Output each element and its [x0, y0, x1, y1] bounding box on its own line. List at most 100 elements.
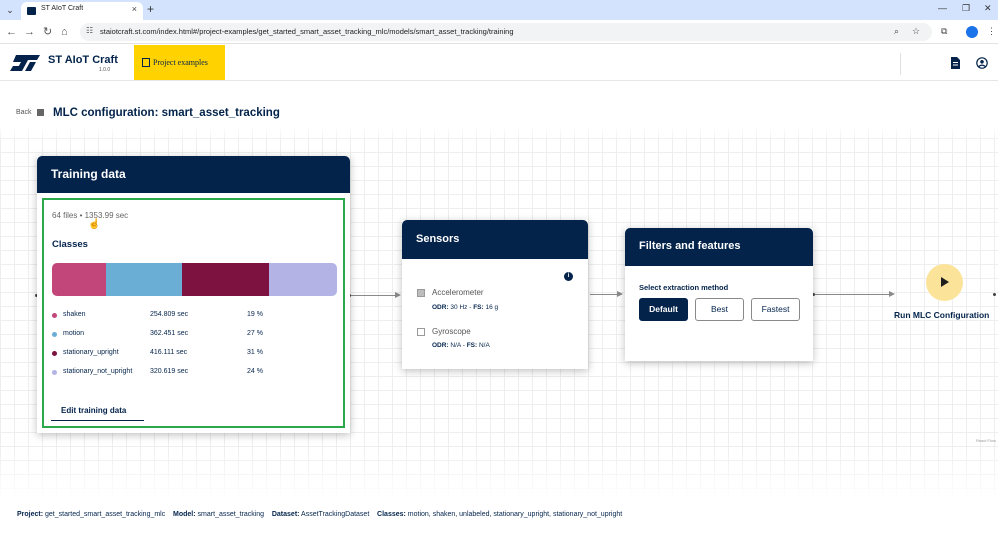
profile-avatar-icon[interactable] [966, 26, 978, 38]
sensors-card[interactable]: Sensors i Accelerometer ODR: 30 Hz - FS:… [402, 220, 588, 369]
class-duration: 416.111 sec [150, 349, 188, 356]
react-flow-attribution[interactable]: React Flow [976, 438, 996, 443]
class-color-dot [52, 313, 57, 318]
class-color-dot [52, 332, 57, 337]
method-fastest-button[interactable]: Fastest [751, 298, 800, 321]
tab-list-dropdown-icon[interactable]: ⌄ [4, 4, 16, 16]
back-link[interactable]: Back [16, 109, 32, 116]
accelerometer-checkbox[interactable] [417, 289, 425, 297]
edit-training-data-link[interactable]: Edit training data [61, 406, 126, 415]
new-tab-icon[interactable]: + [147, 2, 154, 16]
account-icon[interactable] [976, 57, 988, 69]
app-header: ST AIoT Craft 1.0.0 Project examples [0, 45, 998, 81]
edge-arrow-icon [617, 291, 623, 297]
extensions-icon[interactable]: ⧉ [941, 26, 947, 37]
class-row: motion 362.451 sec 27 % [52, 329, 282, 341]
class-row: stationary_upright 416.111 sec 31 % [52, 348, 282, 360]
reload-icon[interactable]: ↻ [43, 25, 52, 39]
zoom-icon[interactable]: ⌕ [894, 26, 899, 37]
extraction-method-label: Select extraction method [639, 283, 729, 292]
browser-toolbar: ← → ↻ ⌂ ☷ staiotcraft.st.com/index.html#… [0, 20, 998, 44]
class-row: stationary_not_upright 320.619 sec 24 % [52, 367, 282, 379]
class-name: shaken [63, 311, 86, 318]
browser-tab[interactable]: ST AIoT Craft × [21, 2, 143, 20]
accelerometer-label: Accelerometer [432, 288, 484, 297]
training-data-title: Training data [37, 156, 350, 193]
sensors-title: Sensors [402, 220, 588, 259]
training-data-card[interactable]: Training data 64 files • 1353.99 sec ☝ C… [37, 156, 350, 433]
class-percent: 31 % [247, 349, 263, 356]
gyroscope-label: Gyroscope [432, 327, 471, 336]
filters-title: Filters and features [625, 228, 813, 266]
gyroscope-spec: ODR: N/A - FS: N/A [432, 342, 490, 349]
distribution-segment-shaken [52, 263, 106, 296]
project-info-bar: Project: get_started_smart_asset_trackin… [17, 511, 623, 518]
class-row: shaken 254.809 sec 19 % [52, 310, 282, 322]
class-name: stationary_not_upright [63, 368, 133, 375]
class-duration: 320.619 sec [150, 368, 189, 375]
minimize-icon[interactable]: — [938, 3, 947, 13]
address-bar[interactable]: ☷ staiotcraft.st.com/index.html#/project… [80, 23, 932, 41]
edit-link-underline [51, 420, 144, 421]
class-percent: 19 % [247, 311, 263, 318]
run-mlc-label[interactable]: Run MLC Configuration [894, 310, 989, 320]
dataset-name: AssetTrackingDataset [301, 511, 370, 518]
gyroscope-checkbox[interactable] [417, 328, 425, 336]
method-best-button[interactable]: Best [695, 298, 744, 321]
class-percent: 27 % [247, 330, 263, 337]
window-close-icon[interactable]: ✕ [984, 3, 992, 14]
run-mlc-button[interactable] [926, 264, 963, 301]
back-icon[interactable] [37, 109, 44, 116]
page-title: MLC configuration: smart_asset_tracking [53, 107, 280, 119]
tab-close-icon[interactable]: × [132, 4, 137, 14]
bottom-fade [0, 445, 998, 543]
app-version: 1.0.0 [99, 67, 111, 73]
document-icon[interactable] [949, 57, 961, 69]
class-name: motion [63, 330, 85, 337]
edge-filters-run [815, 294, 889, 295]
browser-tabbar: ⌄ ST AIoT Craft × + — ❐ ✕ [0, 0, 998, 20]
project-examples-label: Project examples [153, 58, 208, 67]
site-info-icon[interactable]: ☷ [86, 26, 93, 35]
filters-features-card[interactable]: Filters and features Select extraction m… [625, 228, 813, 361]
tab-title: ST AIoT Craft [41, 5, 84, 12]
favicon-icon [27, 7, 36, 15]
class-color-dot [52, 351, 57, 356]
method-default-button[interactable]: Default [639, 298, 688, 321]
run-output-handle [993, 293, 996, 296]
class-duration: 254.809 sec [150, 311, 189, 318]
project-name: get_started_smart_asset_tracking_mlc [45, 511, 166, 518]
project-examples-button[interactable]: Project examples [134, 45, 225, 80]
model-name: smart_asset_tracking [197, 511, 265, 518]
accelerometer-spec: ODR: 30 Hz - FS: 16 g [432, 304, 499, 311]
classes-heading: Classes [52, 239, 88, 250]
distribution-segment-motion [105, 263, 182, 296]
st-logo-icon [10, 55, 40, 71]
edge-sensors-filters [590, 294, 618, 295]
bookmark-star-icon[interactable]: ☆ [912, 26, 920, 37]
class-distribution-bar [52, 263, 337, 296]
back-arrow-icon[interactable]: ← [6, 25, 17, 39]
edge-arrow-icon [395, 292, 401, 298]
forward-arrow-icon[interactable]: → [24, 25, 35, 39]
edge-training-sensors [351, 295, 395, 296]
distribution-segment-stationary-not-upright [269, 263, 337, 296]
class-color-dot [52, 370, 57, 375]
class-percent: 24 % [247, 368, 263, 375]
info-icon[interactable]: i [564, 272, 573, 281]
hand-cursor-icon: ☝ [88, 219, 101, 230]
training-data-panel: 64 files • 1353.99 sec ☝ Classes shaken 2… [42, 198, 345, 428]
app-name: ST AIoT Craft [48, 54, 118, 66]
edge-arrow-icon [889, 291, 895, 297]
project-classes: motion, shaken, unlabeled, stationary_up… [407, 511, 623, 518]
class-name: stationary_upright [63, 349, 119, 356]
play-icon [941, 277, 949, 287]
home-icon[interactable]: ⌂ [61, 25, 68, 39]
project-examples-icon [142, 58, 150, 67]
restore-icon[interactable]: ❐ [962, 3, 970, 14]
url-text: staiotcraft.st.com/index.html#/project-e… [100, 27, 514, 36]
header-divider [900, 53, 901, 75]
class-duration: 362.451 sec [150, 330, 189, 337]
browser-menu-icon[interactable]: ⋮ [987, 26, 996, 37]
distribution-segment-stationary-upright [181, 263, 270, 296]
